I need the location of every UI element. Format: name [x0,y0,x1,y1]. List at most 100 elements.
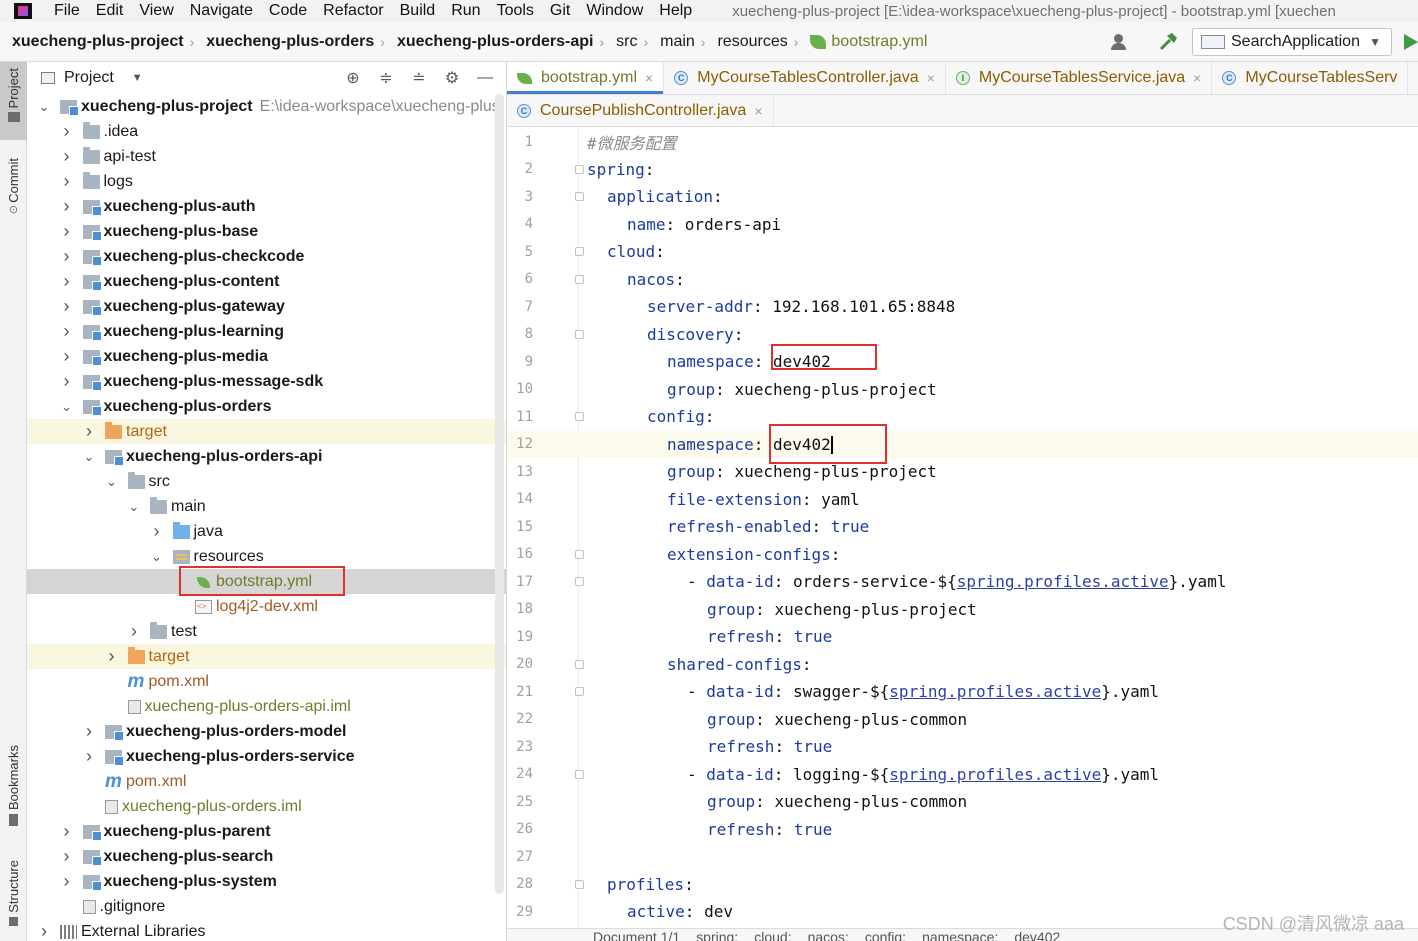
tree-row[interactable]: › xuecheng-plus-parent [27,819,506,844]
fold-marker-icon[interactable] [575,274,584,284]
collapse-arrow-icon[interactable]: › [60,171,74,192]
collapse-arrow-icon[interactable]: › [82,746,96,767]
menu-file[interactable]: File [54,2,80,20]
build-hammer-icon[interactable] [1158,32,1180,52]
close-icon[interactable]: × [1193,70,1201,86]
tree-row[interactable]: ⌄ xuecheng-plus-orders [27,394,506,419]
status-crumb[interactable]: dev402 [1014,929,1060,941]
editor-tab[interactable]: bootstrap.yml × [507,62,665,94]
collapse-arrow-icon[interactable]: › [60,346,74,367]
breadcrumb-item[interactable]: xuecheng-plus-orders-api [385,33,597,51]
tree-row[interactable]: › xuecheng-plus-orders-service [27,744,506,769]
bookmarks-tool-button[interactable]: Bookmarks [0,745,27,837]
fold-marker-icon[interactable] [575,192,584,201]
editor-tab[interactable]: C CoursePublishController.java × [507,95,774,127]
tree-row[interactable]: › java [27,519,506,544]
menu-tools[interactable]: Tools [497,2,534,20]
collapse-arrow-icon[interactable]: › [60,196,74,217]
fold-marker-icon[interactable] [575,659,584,669]
tree-row[interactable]: › target [27,419,506,444]
menu-view[interactable]: View [139,2,173,20]
tree-row[interactable]: › target [27,644,506,669]
tree-row[interactable]: › xuecheng-plus-orders-model [27,719,506,744]
collapse-arrow-icon[interactable]: › [105,646,119,667]
tree-row[interactable]: › xuecheng-plus-system [27,869,506,894]
fold-marker-icon[interactable] [575,769,584,779]
gear-icon[interactable]: ⚙ [441,68,463,88]
collapse-arrow-icon[interactable]: › [82,421,96,442]
fold-marker-icon[interactable] [575,879,584,889]
hide-panel-icon[interactable]: — [474,68,496,88]
close-icon[interactable]: × [645,70,653,86]
commit-tool-button[interactable]: Commit ⊙ [0,158,27,236]
run-configuration-select[interactable]: SearchApplication ▼ [1192,28,1392,56]
tree-row[interactable]: › xuecheng-plus-base [27,219,506,244]
breadcrumb-item[interactable]: xuecheng-plus-project [0,33,188,51]
fold-marker-icon[interactable] [575,164,584,174]
expand-all-icon[interactable]: ≑ [375,68,397,88]
collapse-arrow-icon[interactable]: › [60,121,74,142]
breadcrumb-item[interactable]: xuecheng-plus-orders [194,33,378,51]
tree-row[interactable]: xuecheng-plus-orders-api.iml [27,694,506,719]
user-icon[interactable] [1110,32,1140,52]
tree-row[interactable]: › xuecheng-plus-search [27,844,506,869]
project-tree-scrollbar[interactable] [495,94,504,894]
tree-row[interactable]: m pom.xml [27,769,506,794]
tree-row[interactable]: › xuecheng-plus-gateway [27,294,506,319]
menu-code[interactable]: Code [269,2,307,20]
tree-row[interactable]: › .idea [27,119,506,144]
project-panel-title[interactable]: Project [64,69,114,87]
tree-row[interactable]: › xuecheng-plus-media [27,344,506,369]
editor-tab[interactable]: I MyCourseTablesService.java × [946,62,1213,94]
status-crumb[interactable]: nacos: [808,929,849,941]
expand-arrow-icon[interactable]: ⌄ [60,399,74,415]
tree-row[interactable]: xuecheng-plus-orders.iml [27,794,506,819]
tree-row[interactable]: › xuecheng-plus-content [27,269,506,294]
collapse-arrow-icon[interactable]: › [60,871,74,892]
expand-arrow-icon[interactable]: ⌄ [150,549,164,565]
status-crumb[interactable]: Document 1/1 [593,929,680,941]
tree-row[interactable]: › xuecheng-plus-checkcode [27,244,506,269]
tree-row[interactable]: › xuecheng-plus-learning [27,319,506,344]
collapse-all-icon[interactable]: ≐ [408,68,430,88]
code-area[interactable]: 1 #微服务配置 2 spring: 3 application: 4 name: order… [507,128,1418,941]
menu-help[interactable]: Help [659,2,692,20]
fold-marker-icon[interactable] [575,577,584,586]
editor-tab[interactable]: C MyCourseTablesController.java × [664,62,946,94]
tree-row[interactable]: › External Libraries [27,919,506,941]
collapse-arrow-icon[interactable]: › [60,821,74,842]
tree-row[interactable]: ⌄ xuecheng-plus-project E:\idea-workspace\… [27,94,506,119]
collapse-arrow-icon[interactable]: › [60,221,74,242]
collapse-arrow-icon[interactable]: › [127,621,141,642]
collapse-arrow-icon[interactable]: › [60,146,74,167]
tree-row[interactable]: ⌄ src [27,469,506,494]
breadcrumb-item[interactable]: src [604,33,641,51]
menu-edit[interactable]: Edit [96,2,124,20]
tree-row[interactable]: .gitignore [27,894,506,919]
fold-marker-icon[interactable] [575,687,584,696]
close-icon[interactable]: × [754,103,762,119]
yaml-placeholder-link[interactable]: spring.profiles.active [957,572,1169,591]
collapse-arrow-icon[interactable]: › [37,921,51,941]
status-crumb[interactable]: spring: [696,929,738,941]
yaml-placeholder-link[interactable]: spring.profiles.active [889,682,1101,701]
menu-git[interactable]: Git [550,2,570,20]
tree-row[interactable]: ⌄ main [27,494,506,519]
menu-navigate[interactable]: Navigate [190,2,253,20]
collapse-arrow-icon[interactable]: › [60,321,74,342]
menu-build[interactable]: Build [400,2,436,20]
status-crumb[interactable]: config: [865,929,906,941]
fold-marker-icon[interactable] [575,549,584,559]
expand-arrow-icon[interactable]: ⌄ [82,449,96,465]
status-crumb[interactable]: namespace: [922,929,998,941]
menu-window[interactable]: Window [586,2,643,20]
breadcrumb-item[interactable]: bootstrap.yml [798,33,931,51]
expand-arrow-icon[interactable]: ⌄ [37,99,51,115]
fold-marker-icon[interactable] [575,247,584,256]
yaml-placeholder-link[interactable]: spring.profiles.active [889,765,1101,784]
project-tool-button[interactable]: Project [0,62,27,140]
tree-row[interactable]: › xuecheng-plus-auth [27,194,506,219]
structure-tool-button[interactable]: Structure [0,860,27,941]
editor-tab[interactable]: C MyCourseTablesServ [1212,62,1409,94]
tree-row[interactable]: › logs [27,169,506,194]
